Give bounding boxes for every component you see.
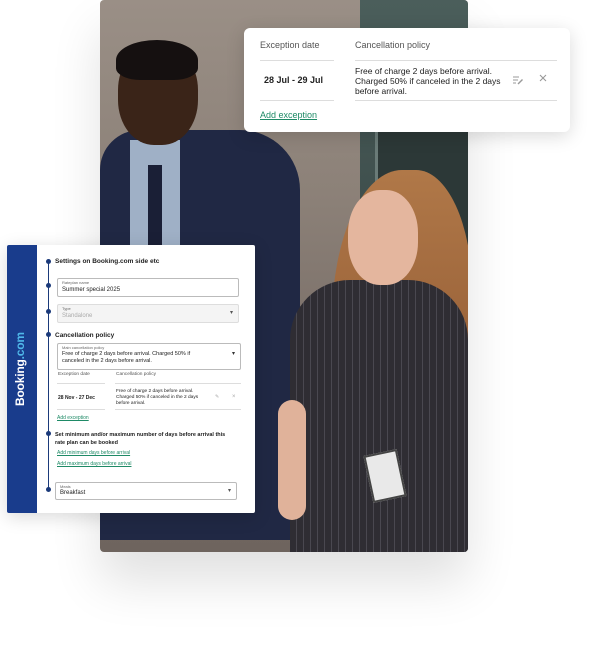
close-icon[interactable] — [538, 73, 548, 85]
photo-woman-face — [348, 190, 418, 285]
row-divider — [260, 100, 334, 101]
edit-icon-graphic — [513, 76, 523, 85]
exception-dates: 28 Nov - 27 Dec — [58, 395, 95, 401]
exception-policy-text: Free of charge 2 days before arrival. Ch… — [355, 66, 501, 96]
cancellation-policy-title: Cancellation policy — [55, 332, 115, 339]
type-select: Type Standalone ▾ — [57, 304, 239, 323]
chevron-down-icon: ▾ — [231, 351, 235, 357]
type-value: Standalone — [62, 312, 93, 319]
type-label: Type — [62, 306, 71, 311]
photo-man-hair — [116, 40, 198, 80]
timeline-dot — [46, 487, 51, 492]
photo-woman-arm — [278, 400, 306, 520]
header-divider — [115, 383, 241, 384]
main-policy-label: Main cancellation policy — [62, 345, 105, 350]
min-max-days-title: Set minimum and/or maximum number of day… — [55, 432, 226, 446]
exception-card: Exception date Cancellation policy 28 Ju… — [244, 28, 570, 132]
meals-label: Meals — [60, 484, 71, 489]
cancellation-policy-header: Cancellation policy — [355, 40, 431, 50]
header-divider — [355, 60, 557, 61]
booking-logo-name: Booking — [13, 359, 27, 406]
booking-logo-suffix: .com — [13, 332, 27, 360]
timeline-dot — [46, 309, 51, 314]
cancellation-policy-header: Cancellation policy — [116, 372, 156, 377]
exception-date-header: Exception date — [58, 372, 90, 377]
settings-card: Booking.com Settings on Booking.com side… — [7, 245, 255, 513]
rateplan-name-label: Rateplan name — [62, 280, 90, 285]
photo-woman-dress — [290, 280, 468, 552]
header-divider — [260, 60, 334, 61]
timeline-dot — [46, 283, 51, 288]
exception-dates: 28 Jul - 29 Jul — [264, 75, 324, 85]
add-exception-link[interactable]: Add exception — [57, 415, 89, 421]
timeline-dot — [46, 332, 51, 337]
close-icon-graphic — [539, 74, 547, 82]
meals-select[interactable]: Meals Breakfast ▾ — [55, 482, 237, 500]
exception-date-header: Exception date — [260, 40, 320, 50]
booking-logo: Booking.com — [13, 332, 27, 406]
edit-icon[interactable]: ✎ — [215, 394, 219, 400]
add-minimum-days-link[interactable]: Add minimum days before arrival — [57, 450, 130, 456]
rateplan-name-field[interactable]: Rateplan name Summer special 2025 — [57, 278, 239, 297]
exception-policy-text: Free of charge 2 days before arrival. Ch… — [116, 389, 199, 406]
meals-value: Breakfast — [60, 490, 86, 496]
rateplan-name-value: Summer special 2025 — [62, 286, 121, 293]
close-icon[interactable]: × — [232, 394, 236, 400]
main-cancellation-policy-select[interactable]: Main cancellation policy Free of charge … — [57, 343, 241, 370]
main-policy-value: Free of charge 2 days before arrival. Ch… — [62, 351, 191, 364]
section-title: Settings on Booking.com side etc — [55, 258, 160, 265]
chevron-down-icon: ▾ — [227, 487, 231, 494]
timeline-dot — [46, 259, 51, 264]
timeline-dot — [46, 431, 51, 436]
row-divider — [115, 409, 241, 410]
row-divider — [57, 409, 105, 410]
chevron-down-icon: ▾ — [229, 309, 233, 316]
edit-icon[interactable] — [512, 74, 524, 86]
row-divider — [355, 100, 557, 101]
timeline-line — [48, 261, 49, 489]
add-maximum-days-link[interactable]: Add maximum days before arrival — [57, 461, 131, 467]
add-exception-link[interactable]: Add exception — [260, 110, 317, 120]
header-divider — [57, 383, 105, 384]
